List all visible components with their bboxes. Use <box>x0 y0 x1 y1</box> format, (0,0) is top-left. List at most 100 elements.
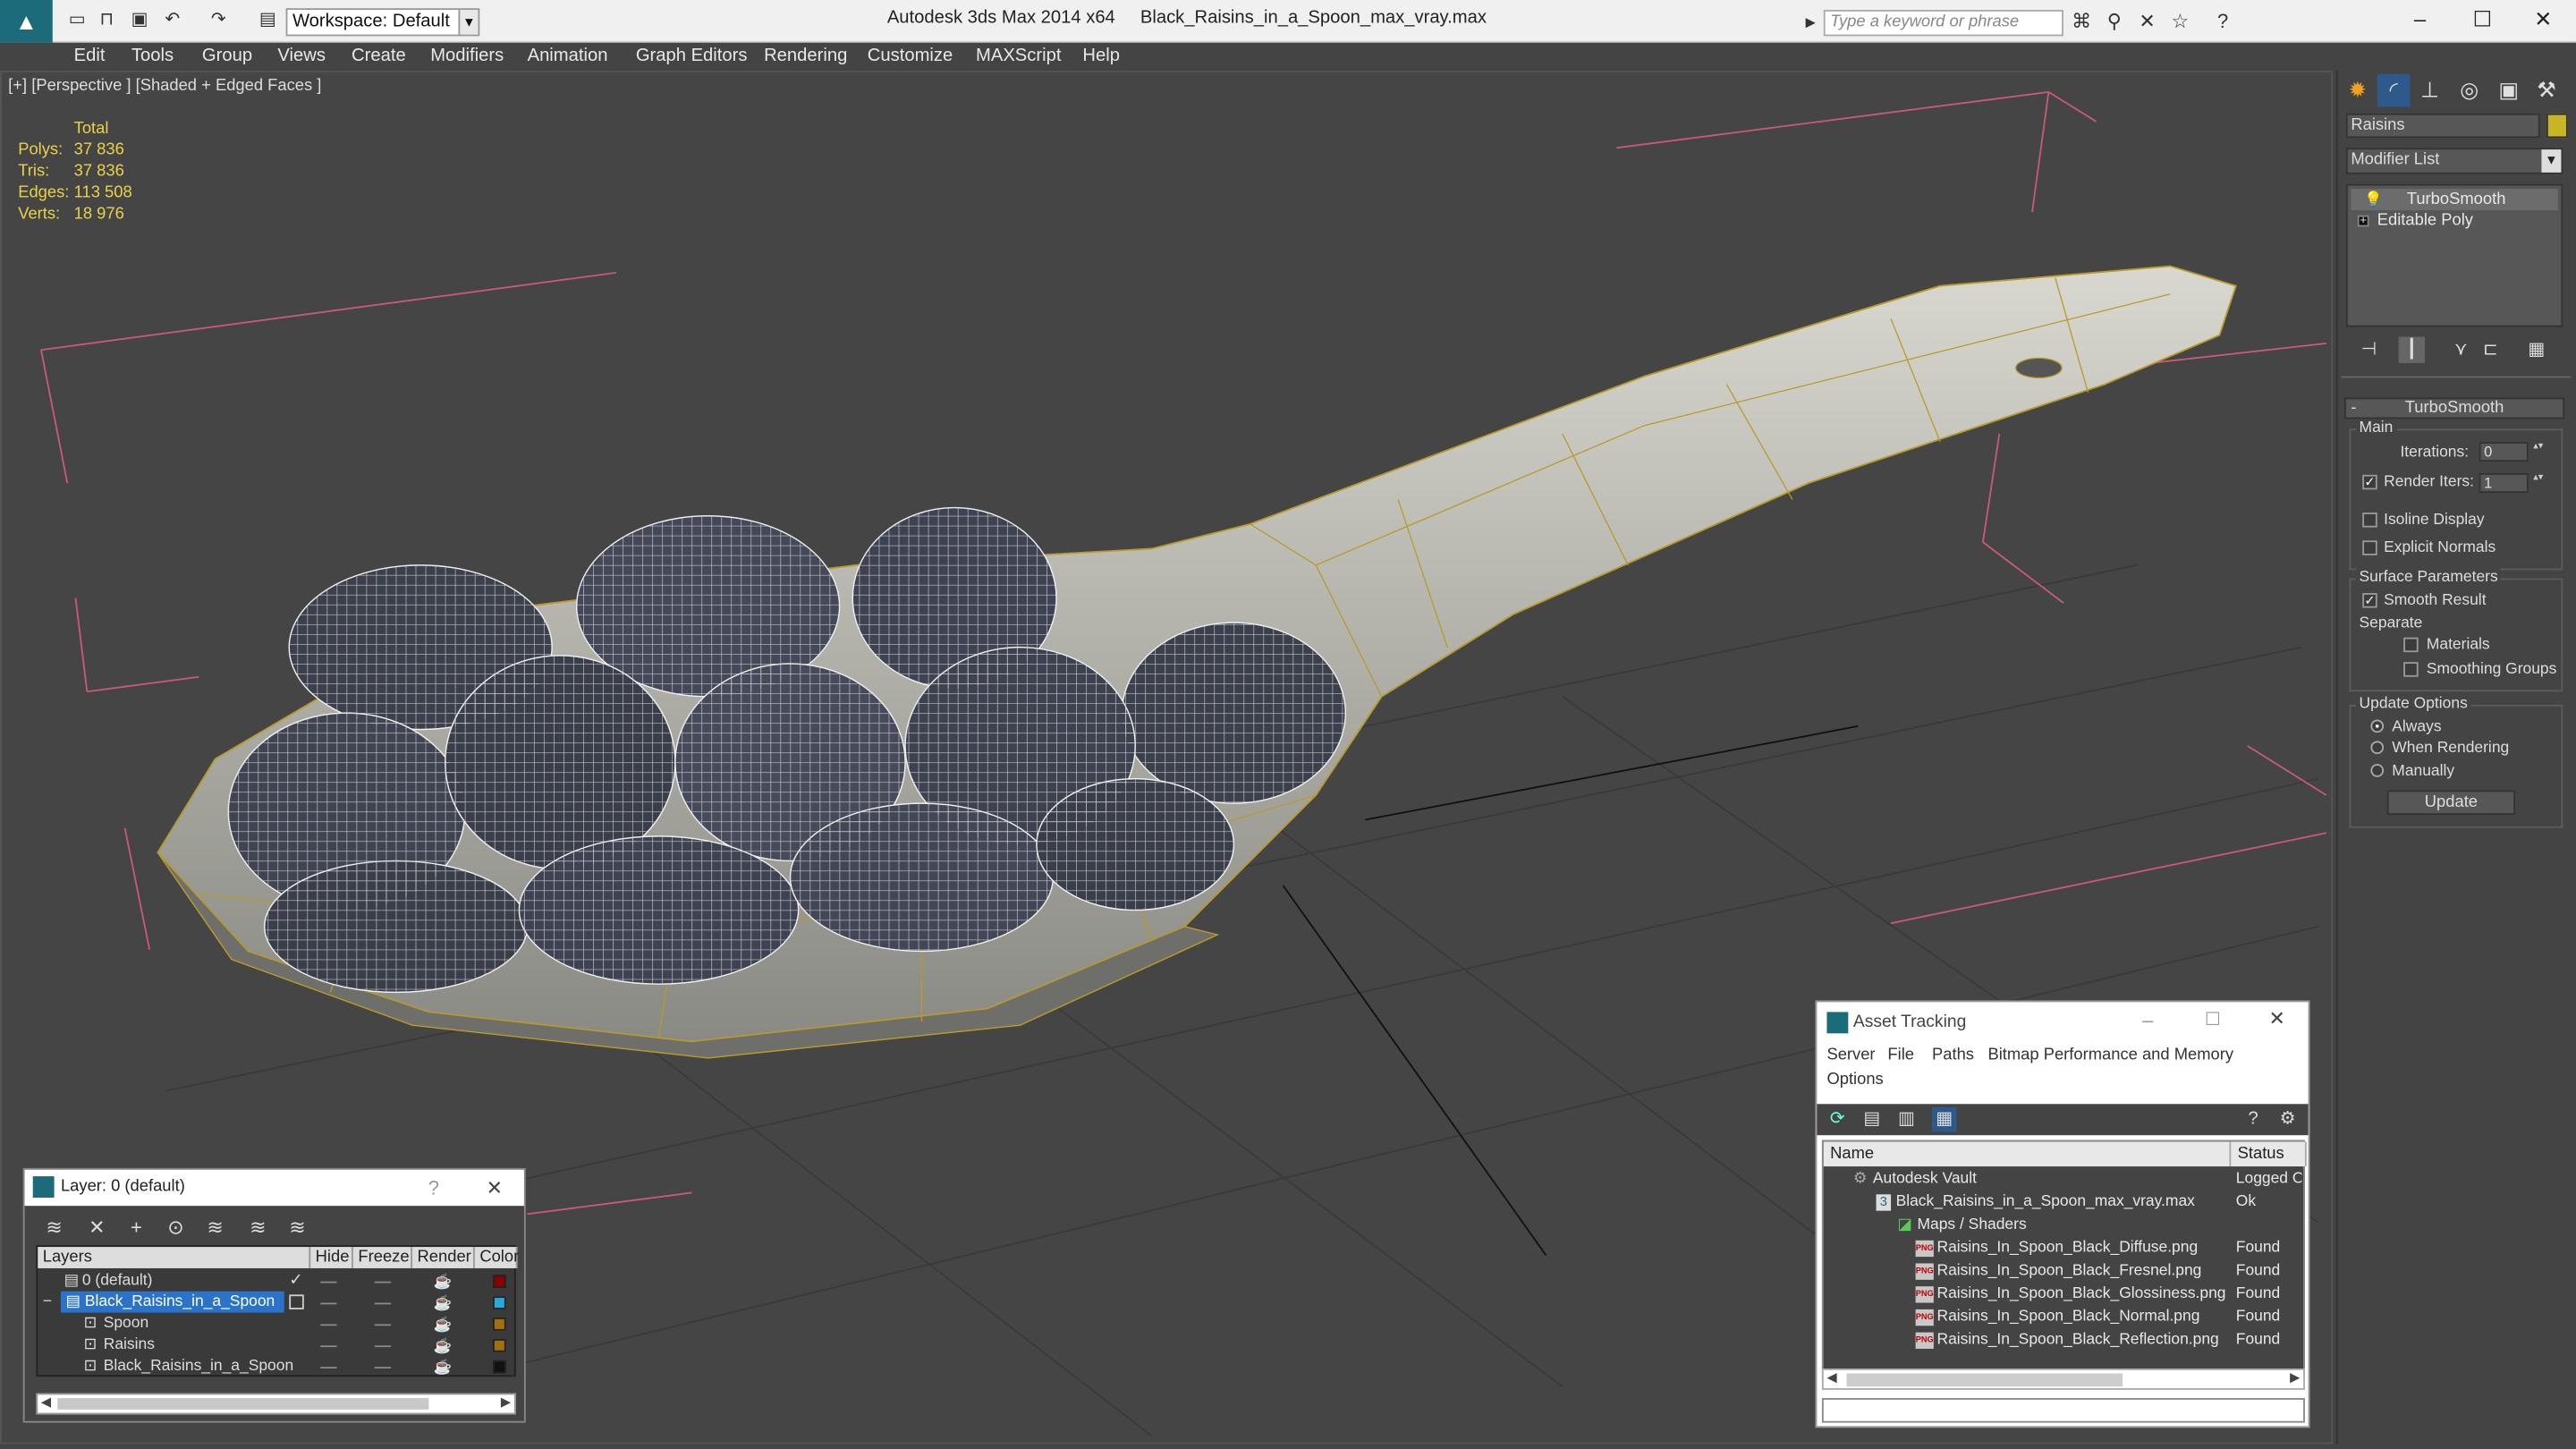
hide-toggle[interactable] <box>320 1281 337 1284</box>
asset-row[interactable]: PNG Raisins_In_Spoon_Black_Diffuse.png F… <box>1824 1237 2307 1260</box>
display-tab-icon[interactable]: ▣ <box>2492 74 2525 107</box>
asset-row[interactable]: ◪ Maps / Shaders <box>1824 1214 2307 1237</box>
column-header-render[interactable]: Render <box>412 1247 475 1268</box>
expand-plus-icon[interactable]: + <box>2357 215 2369 227</box>
layer-color-swatch[interactable] <box>493 1318 506 1331</box>
minimize-button[interactable]: – <box>2390 4 2449 37</box>
layer-row[interactable]: − ▤ Black_Raisins_in_a_Spoon ☕ <box>38 1291 517 1313</box>
highlight-layer-icon[interactable]: ≋ <box>202 1214 228 1240</box>
subscription-icon[interactable]: ⚲ <box>2103 10 2126 33</box>
communication-icon[interactable]: ✕ <box>2136 10 2159 33</box>
create-tab-icon[interactable]: ✹ <box>2341 74 2374 107</box>
asset-row[interactable]: PNG Raisins_In_Spoon_Black_Glossiness.pn… <box>1824 1283 2307 1306</box>
render-teapot-icon[interactable]: ☕ <box>434 1357 453 1378</box>
asset-path-field[interactable] <box>1821 1398 2305 1423</box>
render-iters-checkbox[interactable]: ✓ <box>2362 474 2377 490</box>
scroll-right-icon[interactable]: ▶ <box>501 1394 511 1410</box>
create-layer-icon[interactable]: ≋ <box>41 1214 67 1240</box>
layer-row[interactable]: ⊡ Black_Raisins_in_a_Spoon ☕ <box>38 1355 517 1377</box>
menu-edit[interactable]: Edit <box>74 45 106 70</box>
close-icon[interactable]: ✕ <box>481 1170 507 1206</box>
search-input[interactable]: Type a keyword or phrase <box>1823 10 2063 37</box>
column-header-hide[interactable]: Hide <box>310 1247 353 1268</box>
asset-menu-server[interactable]: Server <box>1826 1046 1875 1064</box>
layer-dialog-titlebar[interactable]: Layer: 0 (default) <box>24 1169 524 1207</box>
undo-icon[interactable]: ↶ <box>161 8 184 31</box>
collapse-minus-icon[interactable]: − <box>43 1292 52 1313</box>
asset-table[interactable]: Name Status ⚙ Autodesk Vault Logged Out … <box>1821 1140 2307 1380</box>
freeze-toggle[interactable] <box>374 1281 392 1284</box>
maximize-button[interactable]: ☐ <box>2453 4 2512 37</box>
add-to-layer-icon[interactable]: + <box>123 1214 149 1240</box>
asset-menu-bitmap-performance[interactable]: Bitmap Performance and Memory <box>1987 1046 2233 1064</box>
column-header-name[interactable]: Name <box>1823 1141 2232 1167</box>
asset-menu-paths[interactable]: Paths <box>1932 1046 1974 1064</box>
explicit-normals-checkbox[interactable] <box>2362 540 2377 555</box>
pin-stack-icon[interactable]: ⊣ <box>2356 337 2382 363</box>
settings-icon[interactable]: ⚙ <box>2275 1107 2301 1132</box>
asset-dialog-title[interactable]: Asset Tracking <box>1853 1012 1967 1031</box>
layer-row[interactable]: ▤ 0 (default) ✓ ☕ <box>38 1270 517 1292</box>
lightbulb-icon[interactable]: 💡 <box>2364 189 2383 210</box>
layer-color-swatch[interactable] <box>493 1338 506 1352</box>
column-header-color[interactable]: Color <box>474 1247 519 1268</box>
menu-maxscript[interactable]: MAXScript <box>976 45 1061 70</box>
smoothing-groups-checkbox[interactable] <box>2403 662 2419 677</box>
hide-toggle[interactable] <box>320 1302 337 1305</box>
manually-radio[interactable] <box>2370 764 2385 777</box>
menu-animation[interactable]: Animation <box>528 45 608 70</box>
turbosmooth-rollout-header[interactable]: - TurboSmooth <box>2344 397 2565 419</box>
freeze-toggle[interactable] <box>374 1324 392 1326</box>
asset-row[interactable]: PNG Raisins_In_Spoon_Black_Reflection.pn… <box>1824 1329 2307 1352</box>
materials-checkbox[interactable] <box>2403 637 2419 653</box>
freeze-all-icon[interactable]: ≋ <box>284 1214 310 1240</box>
delete-layer-icon[interactable]: ✕ <box>84 1214 110 1240</box>
layer-color-swatch[interactable] <box>493 1360 506 1374</box>
layer-row[interactable]: ⊡ Spoon ☕ <box>38 1313 517 1335</box>
show-end-result-icon[interactable]: ┃ <box>2398 336 2426 363</box>
modifier-stack[interactable]: 💡 TurboSmooth + Editable Poly <box>2345 183 2563 327</box>
horizontal-scrollbar[interactable]: ◀ ▶ <box>36 1393 516 1415</box>
list-view-icon[interactable]: ▤ <box>1860 1107 1885 1132</box>
close-button[interactable]: ✕ <box>2513 4 2572 37</box>
isoline-display-checkbox[interactable] <box>2362 513 2377 528</box>
asset-row[interactable]: ⚙ Autodesk Vault Logged Out <box>1824 1168 2307 1191</box>
tree-view-icon[interactable]: ▥ <box>1894 1107 1919 1132</box>
save-icon[interactable]: ▣ <box>128 8 151 31</box>
scroll-thumb[interactable] <box>1846 1373 2123 1387</box>
menu-tools[interactable]: Tools <box>131 45 174 70</box>
menu-customize[interactable]: Customize <box>868 45 953 70</box>
hide-toggle[interactable] <box>320 1367 337 1368</box>
scroll-right-icon[interactable]: ▶ <box>2290 1370 2300 1385</box>
stack-item-editable-poly[interactable]: + Editable Poly <box>2351 210 2557 232</box>
remove-modifier-icon[interactable]: ⊏ <box>2478 337 2504 363</box>
help-icon[interactable]: ? <box>420 1170 446 1206</box>
help-icon[interactable]: ? <box>2211 10 2234 33</box>
asset-menu-file[interactable]: File <box>1887 1046 1914 1064</box>
update-button[interactable]: Update <box>2386 790 2516 816</box>
open-file-icon[interactable]: ⊓ <box>96 8 119 31</box>
binoculars-icon[interactable]: ⌘ <box>2070 10 2093 33</box>
asset-row[interactable]: PNG Raisins_In_Spoon_Black_Normal.png Fo… <box>1824 1306 2307 1329</box>
stack-item-turbosmooth[interactable]: 💡 TurboSmooth <box>2351 189 2558 211</box>
layer-color-swatch[interactable] <box>493 1275 506 1288</box>
render-teapot-icon[interactable]: ☕ <box>434 1314 453 1335</box>
render-teapot-icon[interactable]: ☕ <box>434 1335 453 1357</box>
always-radio[interactable] <box>2370 719 2385 733</box>
scroll-left-icon[interactable]: ◀ <box>41 1394 51 1410</box>
utilities-tab-icon[interactable]: ⚒ <box>2530 74 2563 107</box>
menu-rendering[interactable]: Rendering <box>764 45 847 70</box>
new-file-icon[interactable]: ▭ <box>65 8 89 31</box>
redo-icon[interactable]: ↷ <box>207 8 230 31</box>
scroll-thumb[interactable] <box>57 1398 429 1410</box>
asset-menu-options[interactable]: Options <box>1826 1072 1883 1089</box>
table-view-icon[interactable]: ▦ <box>1931 1106 1957 1132</box>
menu-modifiers[interactable]: Modifiers <box>430 45 504 70</box>
column-header-status[interactable]: Status <box>2231 1141 2307 1167</box>
hide-all-icon[interactable]: ≋ <box>245 1214 271 1240</box>
menu-graph-editors[interactable]: Graph Editors <box>636 45 748 70</box>
object-name-field[interactable]: Raisins <box>2345 113 2540 139</box>
layer-color-swatch[interactable] <box>493 1296 506 1309</box>
modify-tab-icon[interactable]: ◜ <box>2377 73 2411 107</box>
modifier-list-dropdown[interactable]: Modifier List ▼ <box>2345 148 2563 174</box>
